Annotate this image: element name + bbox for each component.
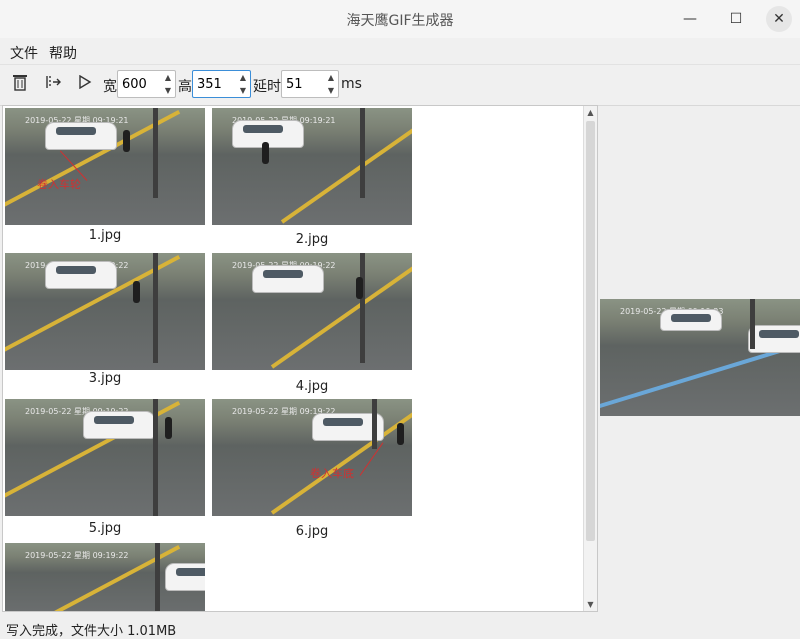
frame-caption: 1.jpg <box>88 228 122 243</box>
frame-timestamp: 2019-05-22 星期 09:19:22 <box>25 551 129 560</box>
delay-up-icon[interactable]: ▲ <box>324 71 338 84</box>
scroll-up-icon[interactable]: ▲ <box>584 106 597 119</box>
frame-thumbnail[interactable]: 2019-05-22 星期 09:19:22 <box>5 543 205 611</box>
frame-caption: 6.jpg <box>295 524 329 539</box>
pole-shape <box>360 253 365 363</box>
person-shape <box>123 130 130 152</box>
import-icon[interactable] <box>42 73 64 95</box>
delay-down-icon[interactable]: ▼ <box>324 84 338 97</box>
frame-caption: 5.jpg <box>88 521 122 536</box>
height-input[interactable] <box>193 71 237 97</box>
height-label: 高 <box>178 79 192 95</box>
car-shape <box>748 325 800 353</box>
title-bar: 海天鹰GIF生成器 — ☐ ✕ <box>0 0 800 38</box>
width-label: 宽 <box>103 79 117 95</box>
car-shape <box>83 411 155 439</box>
width-down-icon[interactable]: ▼ <box>161 84 175 97</box>
minimize-button[interactable]: — <box>677 6 703 32</box>
pole-shape <box>153 253 158 363</box>
toolbar: 宽 ▲ ▼ 高 ▲ ▼ 延时 ▲ ▼ ms <box>0 65 800 106</box>
car-shape <box>45 122 117 150</box>
pole-shape <box>372 399 377 449</box>
delay-spinbox[interactable]: ▲ ▼ <box>281 70 339 98</box>
height-up-icon[interactable]: ▲ <box>236 71 250 84</box>
person-shape <box>262 142 269 164</box>
frame-thumbnail[interactable]: 2019-05-22 星期 09:19:22 卷入车底 <box>212 399 412 516</box>
play-icon[interactable] <box>74 73 96 95</box>
delay-input[interactable] <box>282 71 325 97</box>
menu-bar: 文件 帮助 <box>0 38 800 65</box>
trash-icon[interactable] <box>9 73 31 95</box>
car-shape <box>660 309 722 331</box>
status-bar: 写入完成，文件大小 1.01MB <box>6 624 177 639</box>
person-shape <box>165 417 172 439</box>
vertical-scrollbar[interactable]: ▲ ▼ <box>583 106 597 611</box>
delay-label: 延时 <box>253 79 281 95</box>
frame-thumbnail[interactable]: 2019-05-22 星期 09:19:22 <box>5 399 205 516</box>
width-input[interactable] <box>118 71 162 97</box>
menu-help[interactable]: 帮助 <box>49 43 77 63</box>
frame-thumbnail[interactable]: 2019-05-22 星期 09:19:21 <box>212 108 412 225</box>
scroll-down-icon[interactable]: ▼ <box>584 598 597 611</box>
width-spinbox[interactable]: ▲ ▼ <box>117 70 176 98</box>
annotation-text: 卷入车轮 <box>37 178 81 191</box>
frame-thumbnail[interactable]: 2019-05-22 星期 09:19:22 <box>212 253 412 370</box>
pole-shape <box>153 399 158 516</box>
car-shape <box>45 261 117 289</box>
person-shape <box>133 281 140 303</box>
pole-shape <box>360 108 365 198</box>
height-down-icon[interactable]: ▼ <box>236 84 250 97</box>
scroll-thumb[interactable] <box>586 121 595 541</box>
frame-thumbnail[interactable]: 2019-05-22 星期 09:19:22 <box>5 253 205 370</box>
frame-list[interactable]: 2019-05-22 星期 09:19:21卷入车轮1.jpg2019-05-2… <box>2 105 598 612</box>
width-up-icon[interactable]: ▲ <box>161 71 175 84</box>
pole-shape <box>155 543 160 611</box>
pole-shape <box>750 299 755 349</box>
car-shape <box>165 563 205 591</box>
frame-caption: 2.jpg <box>295 232 329 247</box>
frame-caption: 4.jpg <box>295 379 329 394</box>
preview-image: 2019-05-22 星期 09:19:23 <box>600 299 800 416</box>
gif-preview: 2019-05-22 星期 09:19:23 <box>600 299 800 416</box>
delay-unit-label: ms <box>341 76 362 92</box>
close-button[interactable]: ✕ <box>766 6 792 32</box>
frame-thumbnail[interactable]: 2019-05-22 星期 09:19:21 卷入车轮 <box>5 108 205 225</box>
height-spinbox[interactable]: ▲ ▼ <box>192 70 251 98</box>
frame-caption: 3.jpg <box>88 371 122 386</box>
person-shape <box>356 277 363 299</box>
menu-file[interactable]: 文件 <box>10 43 38 63</box>
annotation-text: 卷入车底 <box>310 467 354 480</box>
car-shape <box>252 265 324 293</box>
person-shape <box>397 423 404 445</box>
pole-shape <box>153 108 158 198</box>
maximize-button[interactable]: ☐ <box>723 6 749 32</box>
